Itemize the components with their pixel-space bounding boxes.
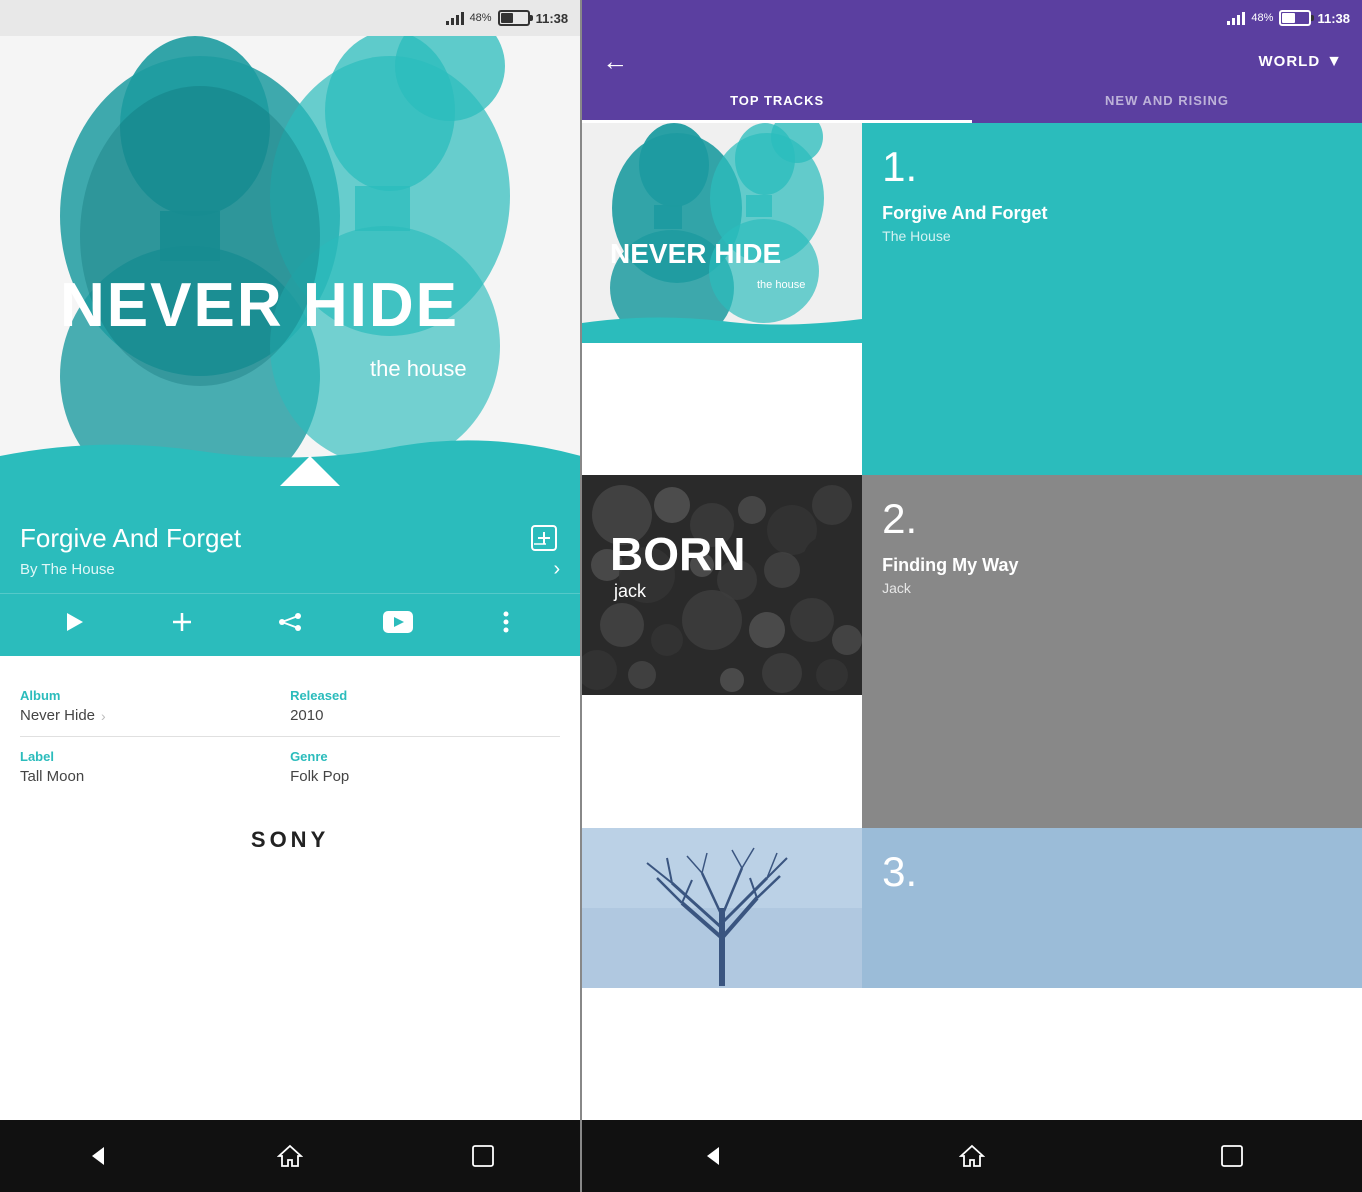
time-right: 11:38 <box>1317 11 1350 26</box>
back-nav-button-right[interactable] <box>682 1126 742 1186</box>
action-bar <box>0 593 580 656</box>
add-to-playlist-button[interactable] <box>528 522 560 554</box>
track-1-number: 1. <box>882 143 1342 191</box>
right-header: ← WORLD ▼ <box>582 36 1362 77</box>
time-left: 11:38 <box>536 11 569 26</box>
svg-text:jack: jack <box>613 581 647 601</box>
track-3-thumbnail[interactable] <box>582 828 862 988</box>
track-2-number: 2. <box>882 495 1342 543</box>
track-1-title: Forgive And Forget <box>882 203 1342 224</box>
album-value: Never Hide <box>20 707 95 724</box>
track-1-thumbnail[interactable]: NEVER HIDE the house <box>582 123 862 343</box>
track-3-number: 3. <box>882 848 1342 896</box>
battery-percent-left: 48% <box>470 12 492 24</box>
label-value: Tall Moon <box>20 768 84 785</box>
artist-name: By The House <box>20 561 115 578</box>
battery-percent-right: 48% <box>1251 12 1273 24</box>
share-button[interactable] <box>270 602 310 642</box>
genre-value: Folk Pop <box>290 768 349 785</box>
track-2-thumbnail[interactable]: BORN jack <box>582 475 862 695</box>
home-nav-button-right[interactable] <box>942 1126 1002 1186</box>
tab-top-tracks[interactable]: TOP TRACKS <box>582 77 972 123</box>
svg-text:NEVER HIDE: NEVER HIDE <box>60 271 459 340</box>
svg-text:NEVER HIDE: NEVER HIDE <box>610 238 781 269</box>
album-label: Album <box>20 688 290 703</box>
details-section: Album Never Hide › Released 2010 Label T… <box>0 656 580 1120</box>
track-1-info[interactable]: 1. Forgive And Forget The House <box>862 123 1362 475</box>
battery-icon-left <box>498 10 530 26</box>
label-detail: Label Tall Moon <box>20 737 290 797</box>
svg-text:the house: the house <box>370 356 467 381</box>
released-label: Released <box>290 688 560 703</box>
right-status-bar: 48% 11:38 <box>582 0 1362 36</box>
genre-detail: Genre Folk Pop <box>290 737 560 797</box>
add-button[interactable] <box>162 602 202 642</box>
svg-text:BORN: BORN <box>610 528 745 580</box>
signal-icon <box>446 11 464 25</box>
back-button-right[interactable]: ← <box>602 46 628 77</box>
more-options-button[interactable] <box>486 602 526 642</box>
recents-nav-button-left[interactable] <box>453 1126 513 1186</box>
track-1-artist: The House <box>882 228 1342 244</box>
sony-logo: SONY <box>20 797 560 873</box>
song-info-bar: Forgive And Forget By The House › <box>0 506 580 593</box>
album-detail: Album Never Hide › <box>20 676 290 737</box>
back-nav-button-left[interactable] <box>67 1126 127 1186</box>
home-nav-button-left[interactable] <box>260 1126 320 1186</box>
album-chevron[interactable]: › <box>101 708 106 724</box>
tabs-bar: TOP TRACKS NEW AND RISING <box>582 77 1362 123</box>
left-panel: 48% 11:38 NEVER HI <box>0 0 580 1192</box>
label-label: Label <box>20 749 290 764</box>
genre-label: Genre <box>290 749 560 764</box>
album-art-left: NEVER HIDE the house <box>0 36 580 506</box>
left-status-bar: 48% 11:38 <box>0 0 580 36</box>
artist-chevron[interactable]: › <box>553 558 560 581</box>
tab-new-and-rising[interactable]: NEW AND RISING <box>972 77 1362 123</box>
dropdown-arrow-icon[interactable]: ▼ <box>1326 53 1342 71</box>
released-detail: Released 2010 <box>290 676 560 737</box>
track-3-info[interactable]: 3. <box>862 828 1362 988</box>
location-label: WORLD <box>1259 53 1321 70</box>
track-2-title: Finding My Way <box>882 555 1342 576</box>
recents-nav-button-right[interactable] <box>1202 1126 1262 1186</box>
track-2-info[interactable]: 2. Finding My Way Jack <box>862 475 1362 827</box>
svg-text:the house: the house <box>757 279 805 291</box>
right-bottom-nav <box>582 1120 1362 1192</box>
left-bottom-nav <box>0 1120 580 1192</box>
youtube-button[interactable] <box>378 602 418 642</box>
right-panel: 48% 11:38 ← WORLD ▼ TOP TRACKS NEW AND R… <box>582 0 1362 1192</box>
track-2-artist: Jack <box>882 580 1342 596</box>
signal-icon-right <box>1227 11 1245 25</box>
play-button[interactable] <box>54 602 94 642</box>
released-value: 2010 <box>290 707 323 724</box>
chart-grid: NEVER HIDE the house 1. Forgive And Forg… <box>582 123 1362 1120</box>
battery-icon-right <box>1279 10 1311 26</box>
song-title: Forgive And Forget <box>20 523 241 554</box>
